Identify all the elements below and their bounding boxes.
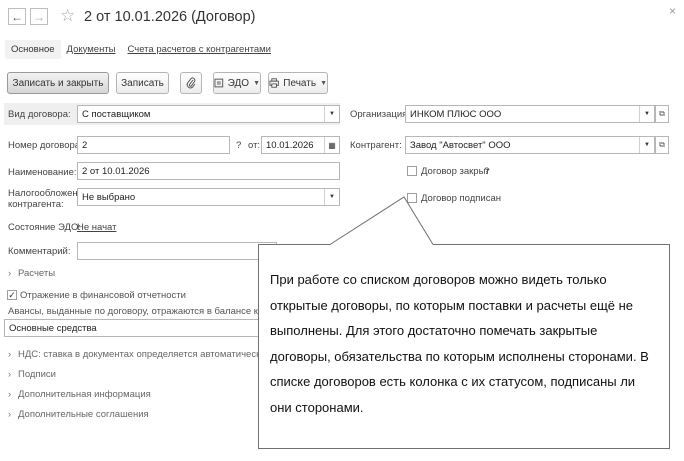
chevron-right-icon: › xyxy=(8,389,12,400)
section-signatures-label: Подписи xyxy=(18,369,56,380)
tab-main[interactable]: Основное xyxy=(5,39,61,59)
open-counterparty-button[interactable]: ⧉ xyxy=(655,136,669,154)
counterparty-label: Контрагент: xyxy=(350,140,402,151)
section-additional-agreements-label: Дополнительные соглашения xyxy=(18,409,149,420)
chevron-down-icon[interactable]: ▼ xyxy=(324,189,339,205)
counterparty-value: Завод "Автосвет" ООО xyxy=(410,140,511,151)
edo-icon xyxy=(214,78,224,88)
question-icon[interactable]: ? xyxy=(236,140,241,151)
chevron-right-icon: › xyxy=(8,369,12,380)
callout-text: При работе со списком договоров можно ви… xyxy=(270,272,649,415)
contract-number-label: Номер договора: xyxy=(8,140,83,151)
taxation-value: Не выбрано xyxy=(82,192,136,203)
chevron-right-icon: › xyxy=(8,409,12,420)
contract-signed-checkbox[interactable] xyxy=(407,193,417,203)
taxation-select[interactable]: Не выбрано ▼ xyxy=(77,188,340,206)
save-label: Записать xyxy=(121,77,164,89)
print-label: Печать xyxy=(283,77,317,89)
tab-documents[interactable]: Документы xyxy=(61,40,122,59)
section-signatures[interactable]: › Подписи xyxy=(8,369,56,380)
close-icon[interactable]: × xyxy=(669,4,676,18)
edo-button[interactable]: ЭДО ▼ xyxy=(213,72,261,94)
contract-number-value: 2 xyxy=(82,140,88,151)
name-value: 2 от 10.01.2026 xyxy=(82,166,150,177)
taxation-label: Налогообложение контрагента: xyxy=(8,188,89,210)
back-button[interactable]: ← xyxy=(8,8,26,25)
comment-label: Комментарий: xyxy=(8,246,71,257)
printer-icon xyxy=(269,78,279,88)
star-icon[interactable]: ☆ xyxy=(60,6,75,26)
chevron-down-icon[interactable]: ▼ xyxy=(324,106,339,122)
tab-bar: Основное Документы Счета расчетов с конт… xyxy=(0,36,277,62)
counterparty-select[interactable]: Завод "Автосвет" ООО ▼ xyxy=(405,136,655,154)
name-label: Наименование: xyxy=(8,167,77,178)
edo-state-label: Состояние ЭДО: xyxy=(8,222,82,233)
organization-select[interactable]: ИНКОМ ПЛЮС ООО ▼ xyxy=(405,105,655,123)
save-and-close-button[interactable]: Записать и закрыть xyxy=(7,72,109,94)
contract-closed-label: Договор закрыт xyxy=(421,166,490,177)
chevron-right-icon: › xyxy=(8,349,12,360)
chevron-down-icon: ▼ xyxy=(253,79,260,87)
chevron-down-icon[interactable]: ▼ xyxy=(639,106,654,122)
contract-type-select[interactable]: С поставщиком ▼ xyxy=(77,105,340,123)
fin-report-label[interactable]: Отражение в финансовой отчетности xyxy=(20,290,186,301)
advances-select[interactable]: Основные средства xyxy=(4,319,266,337)
organization-value: ИНКОМ ПЛЮС ООО xyxy=(410,109,502,120)
callout-box: При работе со списком договоров можно ви… xyxy=(258,244,670,449)
contract-closed-checkbox[interactable] xyxy=(407,166,417,176)
checkmark-icon: ✓ xyxy=(8,289,16,300)
edo-label: ЭДО xyxy=(227,77,250,89)
section-vat[interactable]: › НДС: ставка в документах определяется а… xyxy=(8,349,266,360)
contract-number-input[interactable]: 2 xyxy=(77,136,230,154)
chevron-down-icon: ▼ xyxy=(320,79,327,87)
paperclip-icon xyxy=(186,77,196,89)
save-and-close-label: Записать и закрыть xyxy=(12,77,104,89)
advances-label: Авансы, выданные по договору, отражаются… xyxy=(8,306,271,317)
save-button[interactable]: Записать xyxy=(116,72,169,94)
open-organization-button[interactable]: ⧉ xyxy=(655,105,669,123)
arrow-right-icon: → xyxy=(33,9,45,24)
chevron-down-icon[interactable]: ▼ xyxy=(639,137,654,153)
open-icon: ⧉ xyxy=(659,109,665,118)
question-icon[interactable]: ? xyxy=(484,166,489,177)
section-additional-agreements[interactable]: › Дополнительные соглашения xyxy=(8,409,149,420)
section-payments-label: Расчеты xyxy=(18,268,56,279)
attach-button[interactable] xyxy=(180,72,202,94)
fin-report-checkbox[interactable]: ✓ xyxy=(7,290,17,300)
page-title: 2 от 10.01.2026 (Договор) xyxy=(84,9,256,25)
contract-type-label: Вид договора: xyxy=(8,109,71,120)
contract-signed-label: Договор подписан xyxy=(421,193,502,204)
section-payments[interactable]: › Расчеты xyxy=(8,268,55,279)
advances-value: Основные средства xyxy=(9,323,97,334)
open-icon: ⧉ xyxy=(659,140,665,149)
section-additional-info-label: Дополнительная информация xyxy=(18,389,151,400)
chevron-right-icon: › xyxy=(8,268,12,279)
edo-state-link[interactable]: Не начат xyxy=(77,222,116,233)
date-input[interactable]: 10.01.2026 ▦ xyxy=(261,136,340,154)
comment-input[interactable] xyxy=(77,242,277,260)
print-button[interactable]: Печать ▼ xyxy=(268,72,328,94)
contract-type-value: С поставщиком xyxy=(82,109,151,120)
section-vat-label: НДС: ставка в документах определяется ав… xyxy=(18,349,266,360)
arrow-left-icon: ← xyxy=(11,9,23,24)
date-from-label: от: xyxy=(248,140,261,151)
date-value: 10.01.2026 xyxy=(266,140,314,151)
forward-button[interactable]: → xyxy=(30,8,48,25)
organization-label: Организация: xyxy=(350,109,410,120)
name-input[interactable]: 2 от 10.01.2026 xyxy=(77,162,340,180)
section-additional-info[interactable]: › Дополнительная информация xyxy=(8,389,151,400)
calendar-icon[interactable]: ▦ xyxy=(324,137,339,153)
tab-settlement-accounts[interactable]: Счета расчетов с контрагентами xyxy=(122,40,277,59)
